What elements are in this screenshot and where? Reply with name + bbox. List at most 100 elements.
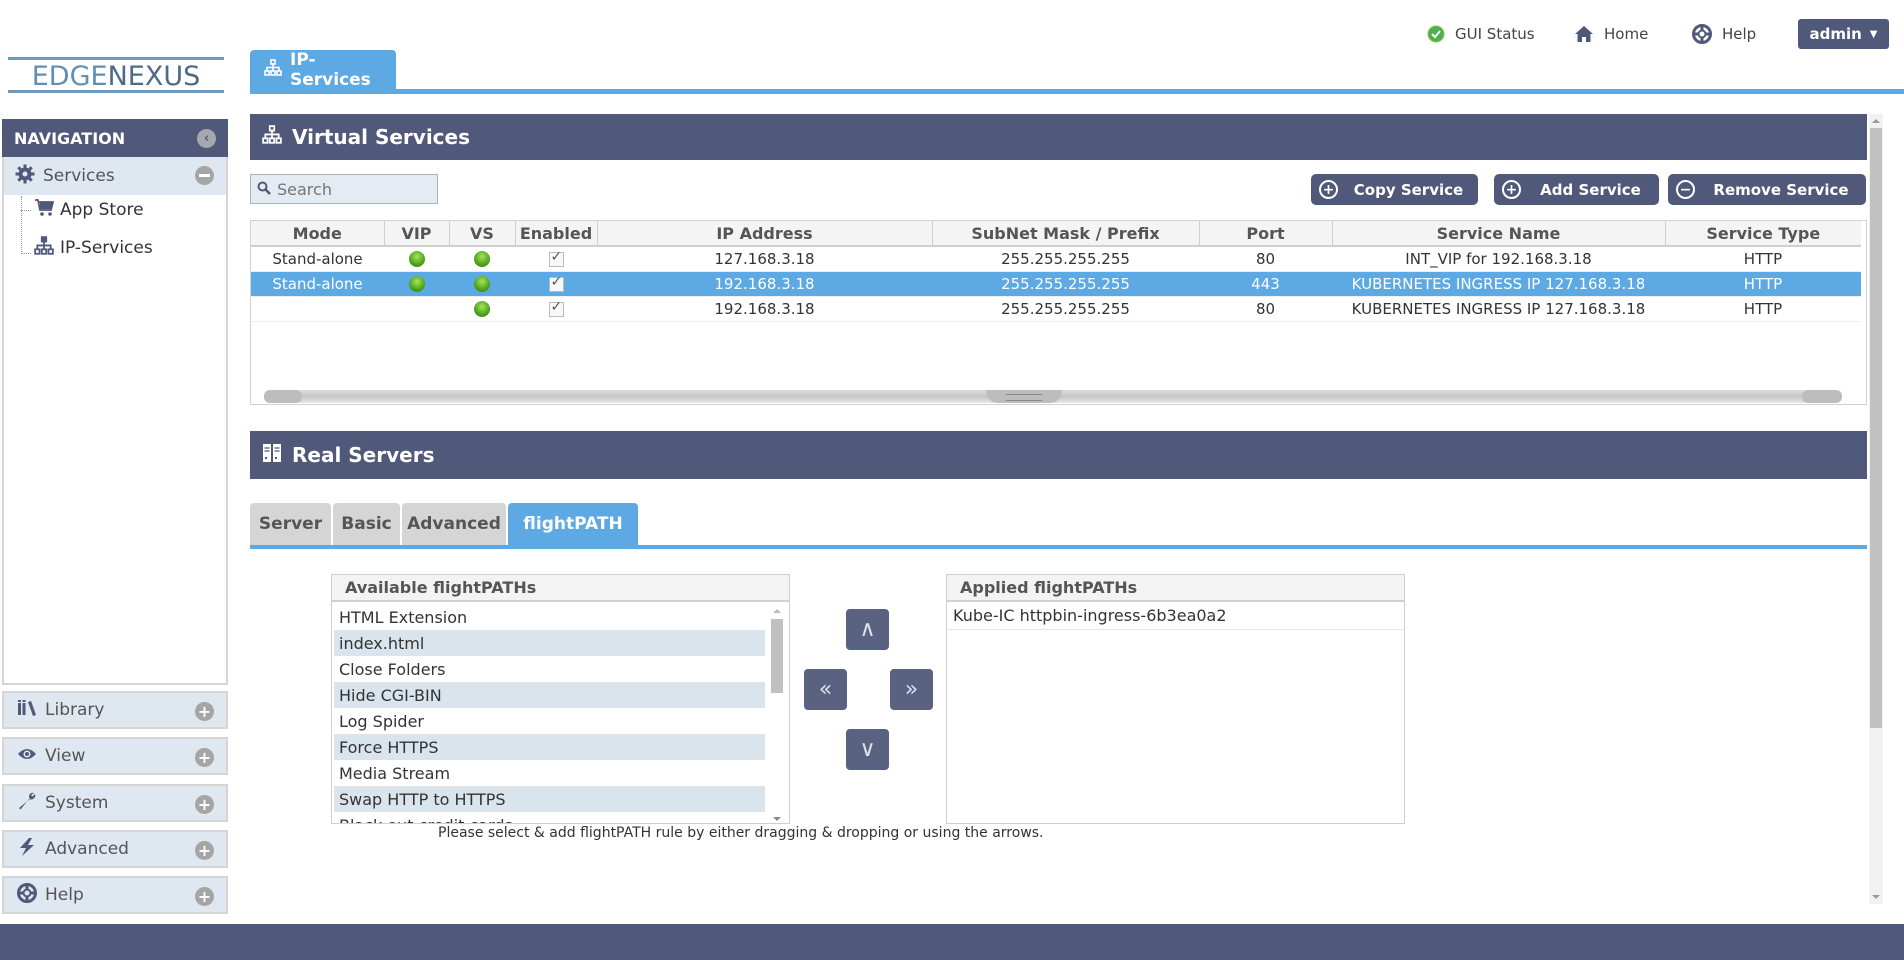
tab-label: Server xyxy=(258,514,323,534)
sidebar-section-library[interactable]: Library + xyxy=(2,691,228,729)
help-link[interactable]: Help xyxy=(1692,18,1756,50)
lifebuoy-icon xyxy=(1692,24,1712,44)
app-store-label: App Store xyxy=(60,200,144,220)
add-service-button[interactable]: + Add Service xyxy=(1494,174,1659,205)
column-header[interactable]: Enabled xyxy=(515,221,598,247)
remove-service-button[interactable]: − Remove Service xyxy=(1668,174,1866,205)
collapse-section-icon[interactable] xyxy=(195,166,214,185)
expand-icon[interactable]: + xyxy=(195,748,214,767)
bolt-icon xyxy=(17,837,37,862)
list-item[interactable]: Close Folders xyxy=(334,656,765,682)
expand-icon[interactable]: + xyxy=(195,702,214,721)
table-row[interactable]: Stand-alone 192.168.3.18255.255.255.25544… xyxy=(251,271,1861,297)
scroll-right-handle[interactable] xyxy=(1802,390,1842,403)
list-item[interactable]: Swap HTTP to HTTPS xyxy=(334,786,765,812)
help-section-label: Help xyxy=(45,885,84,905)
tree-branch xyxy=(21,253,31,254)
column-header[interactable]: IP Address xyxy=(597,221,933,247)
column-header[interactable]: VIP xyxy=(384,221,450,247)
sidebar-section-advanced[interactable]: Advanced + xyxy=(2,830,228,868)
status-led-icon xyxy=(474,276,490,292)
move-down-button[interactable]: ∨ xyxy=(846,729,889,770)
scrollbar-thumb[interactable] xyxy=(1870,128,1882,728)
check-circle-icon xyxy=(1427,25,1445,43)
status-led-icon xyxy=(408,276,425,292)
column-header[interactable]: Mode xyxy=(251,221,385,247)
move-up-button[interactable]: ∧ xyxy=(846,609,889,650)
list-item[interactable]: Force HTTPS xyxy=(334,734,765,760)
enabled-checkbox[interactable] xyxy=(548,249,564,267)
home-link[interactable]: Home xyxy=(1574,18,1648,50)
table-row[interactable]: Stand-alone 127.168.3.18255.255.255.25580… xyxy=(251,246,1861,272)
enabled-checkbox[interactable] xyxy=(548,299,564,317)
service-name-cell: KUBERNETES INGRESS IP 127.168.3.18 xyxy=(1332,271,1665,297)
sidebar-section-system[interactable]: System + xyxy=(2,784,228,822)
scroll-up-arrow-icon[interactable] xyxy=(773,609,781,613)
user-menu-button[interactable]: admin ▼ xyxy=(1798,19,1889,49)
column-header[interactable]: SubNet Mask / Prefix xyxy=(932,221,1200,247)
sitemap-icon xyxy=(264,58,282,82)
scroll-grip-handle[interactable] xyxy=(986,390,1062,403)
tab-server[interactable]: Server xyxy=(250,503,331,545)
list-item[interactable]: Black out credit cards xyxy=(334,812,765,824)
scroll-down-arrow-icon[interactable] xyxy=(1872,895,1880,899)
expand-icon[interactable]: + xyxy=(195,795,214,814)
column-header[interactable]: Service Name xyxy=(1332,221,1666,247)
list-item[interactable]: Log Spider xyxy=(334,708,765,734)
virtual-services-header: Virtual Services xyxy=(250,114,1867,160)
list-item[interactable]: Media Stream xyxy=(334,760,765,786)
scrollbar-thumb[interactable] xyxy=(771,619,783,693)
column-header[interactable]: Port xyxy=(1199,221,1333,247)
page-vertical-scrollbar[interactable] xyxy=(1869,114,1883,904)
remove-flightpath-button[interactable]: « xyxy=(804,669,847,710)
list-scrollbar[interactable] xyxy=(770,605,784,823)
column-header[interactable]: Service Type xyxy=(1665,221,1861,247)
tab-advanced[interactable]: Advanced xyxy=(402,503,506,545)
scroll-up-arrow-icon[interactable] xyxy=(1872,119,1880,123)
plus-circle-icon: + xyxy=(1319,180,1338,199)
gui-status-label: GUI Status xyxy=(1455,25,1535,43)
list-item[interactable]: Hide CGI-BIN xyxy=(334,682,765,708)
tab-basic[interactable]: Basic xyxy=(333,503,400,545)
library-icon xyxy=(17,699,37,721)
tree-line xyxy=(21,196,22,254)
service-name-cell: INT_VIP for 192.168.3.18 xyxy=(1332,246,1665,272)
table-row[interactable]: 192.168.3.18255.255.255.25580KUBERNETES … xyxy=(251,296,1861,322)
list-item[interactable]: HTML Extension xyxy=(334,604,765,630)
scroll-down-arrow-icon[interactable] xyxy=(773,817,781,821)
sidebar-item-app-store[interactable]: App Store xyxy=(34,198,144,222)
enabled-cell xyxy=(515,296,597,322)
gui-status-link[interactable]: GUI Status xyxy=(1427,18,1535,50)
tab-label: flightPATH xyxy=(523,514,623,534)
collapse-sidebar-icon[interactable]: ‹ xyxy=(197,129,216,148)
sidebar-section-view[interactable]: View + xyxy=(2,737,228,775)
chevron-down-icon: ∨ xyxy=(859,737,876,762)
chevron-up-icon: ∧ xyxy=(859,617,876,642)
search-input[interactable] xyxy=(277,179,427,199)
add-flightpath-button[interactable]: » xyxy=(890,669,933,710)
enabled-checkbox[interactable] xyxy=(548,274,564,292)
applied-flightpaths-title: Applied flightPATHs xyxy=(947,575,1404,602)
expand-icon[interactable]: + xyxy=(195,841,214,860)
service-type-cell: HTTP xyxy=(1665,271,1861,297)
minus-circle-icon: − xyxy=(1676,180,1695,199)
lifebuoy-icon xyxy=(17,882,37,908)
sidebar-item-services[interactable]: Services xyxy=(4,157,226,195)
column-header[interactable]: VS xyxy=(449,221,516,247)
expand-icon[interactable]: + xyxy=(195,887,214,906)
scroll-left-handle[interactable] xyxy=(264,390,302,403)
list-item[interactable]: index.html xyxy=(334,630,765,656)
tab-flightpath[interactable]: flightPATH xyxy=(508,503,638,545)
list-item[interactable]: Kube-IC httpbin-ingress-6b3ea0a2 xyxy=(947,602,1404,630)
enabled-cell xyxy=(515,246,597,272)
vip-cell xyxy=(384,271,449,297)
sidebar-item-ip-services[interactable]: IP-Services xyxy=(34,235,153,260)
applied-flightpaths-list: Applied flightPATHs Kube-IC httpbin-ingr… xyxy=(946,574,1405,824)
sidebar-section-help[interactable]: Help + xyxy=(2,876,228,914)
real-servers-title: Real Servers xyxy=(292,443,435,467)
logo-text-right: NEXUS xyxy=(107,61,201,92)
sitemap-icon xyxy=(262,124,282,150)
copy-service-button[interactable]: + Copy Service xyxy=(1311,174,1478,205)
tab-ip-services[interactable]: IP-Services xyxy=(250,50,396,90)
horizontal-scrollbar[interactable] xyxy=(264,390,1842,403)
